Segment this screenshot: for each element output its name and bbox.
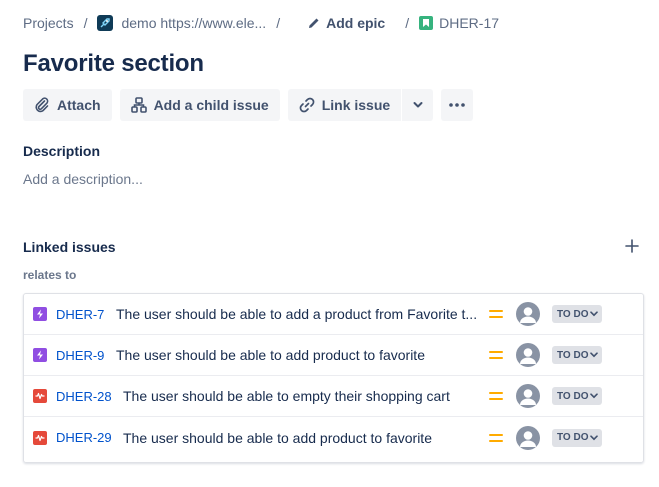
bug-icon (33, 389, 47, 403)
linked-issues-list: DHER-7 The user should be able to add a … (23, 293, 644, 463)
chevron-down-icon (590, 434, 599, 440)
child-issue-icon (130, 97, 147, 113)
issue-title[interactable]: Favorite section (23, 50, 204, 78)
breadcrumb: Projects / demo https://www.ele... / Add… (23, 14, 499, 32)
linked-issue-row[interactable]: DHER-7 The user should be able to add a … (24, 294, 643, 335)
assignee-avatar[interactable] (516, 302, 540, 326)
status-dropdown[interactable]: TO DO (552, 305, 603, 323)
link-icon (299, 97, 315, 113)
description-heading: Description (23, 143, 101, 159)
description-input[interactable]: Add a description... (23, 171, 143, 187)
issue-key-link[interactable]: DHER-28 (56, 389, 112, 404)
chevron-down-icon (413, 102, 423, 108)
paperclip-icon (35, 97, 49, 113)
add-linked-issue-icon[interactable] (624, 238, 640, 254)
assignee-avatar[interactable] (516, 425, 540, 450)
bug-icon (33, 430, 47, 445)
breadcrumb-issue-key[interactable]: DHER-17 (439, 15, 499, 31)
priority-medium-icon (489, 348, 503, 362)
story-icon (419, 16, 434, 30)
more-actions-button[interactable] (441, 89, 474, 121)
assignee-avatar[interactable] (516, 343, 540, 367)
project-avatar-icon (97, 15, 114, 31)
priority-medium-icon (489, 307, 503, 321)
link-issue-button[interactable]: Link issue (287, 89, 402, 121)
issue-summary[interactable]: The user should be able to add product t… (123, 430, 478, 446)
status-dropdown[interactable]: TO DO (552, 387, 603, 405)
breadcrumb-projects-link[interactable]: Projects (23, 15, 74, 31)
priority-medium-icon (489, 431, 503, 445)
chevron-down-icon (590, 393, 599, 399)
breadcrumb-project-link[interactable]: demo https://www.ele... (121, 15, 266, 31)
issue-toolbar: Attach Add a child issue Link issue (23, 89, 474, 121)
add-child-issue-label: Add a child issue (153, 97, 269, 113)
chevron-down-icon (590, 311, 599, 317)
status-label: TO DO (557, 349, 589, 361)
add-child-issue-button[interactable]: Add a child issue (119, 89, 280, 121)
breadcrumb-separator: / (83, 15, 88, 31)
chevron-down-icon (590, 352, 599, 358)
assignee-avatar[interactable] (516, 384, 540, 408)
subtask-icon (33, 307, 47, 321)
attach-label: Attach (57, 97, 101, 113)
status-label: TO DO (557, 308, 589, 320)
link-issue-dropdown[interactable] (401, 89, 434, 121)
linked-issues-heading: Linked issues (23, 239, 116, 255)
add-epic-label: Add epic (326, 15, 386, 31)
link-issue-split-button: Link issue (287, 89, 434, 121)
pencil-icon (309, 18, 319, 28)
issue-key-link[interactable]: DHER-29 (56, 430, 112, 445)
linked-issue-row[interactable]: DHER-28 The user should be able to empty… (24, 376, 643, 417)
status-label: TO DO (557, 432, 589, 443)
status-dropdown[interactable]: TO DO (552, 346, 603, 364)
issue-summary[interactable]: The user should be able to add product t… (116, 347, 478, 363)
status-dropdown[interactable]: TO DO (552, 428, 603, 447)
status-label: TO DO (557, 390, 589, 402)
linked-issue-row[interactable]: DHER-29 The user should be able to add p… (24, 417, 643, 458)
issue-summary[interactable]: The user should be able to empty their s… (123, 388, 478, 404)
issue-key-link[interactable]: DHER-9 (56, 348, 104, 363)
issue-summary[interactable]: The user should be able to add a product… (116, 306, 478, 322)
breadcrumb-separator: / (405, 15, 410, 31)
breadcrumb-separator: / (276, 15, 281, 31)
relation-type-label: relates to (23, 268, 77, 282)
priority-medium-icon (489, 389, 503, 403)
subtask-icon (33, 348, 47, 362)
linked-issue-row[interactable]: DHER-9 The user should be able to add pr… (24, 335, 643, 376)
add-epic-button[interactable]: Add epic (308, 15, 385, 31)
more-icon (449, 103, 465, 107)
issue-key-link[interactable]: DHER-7 (56, 307, 104, 322)
attach-button[interactable]: Attach (23, 89, 112, 121)
link-issue-label: Link issue (321, 97, 391, 113)
